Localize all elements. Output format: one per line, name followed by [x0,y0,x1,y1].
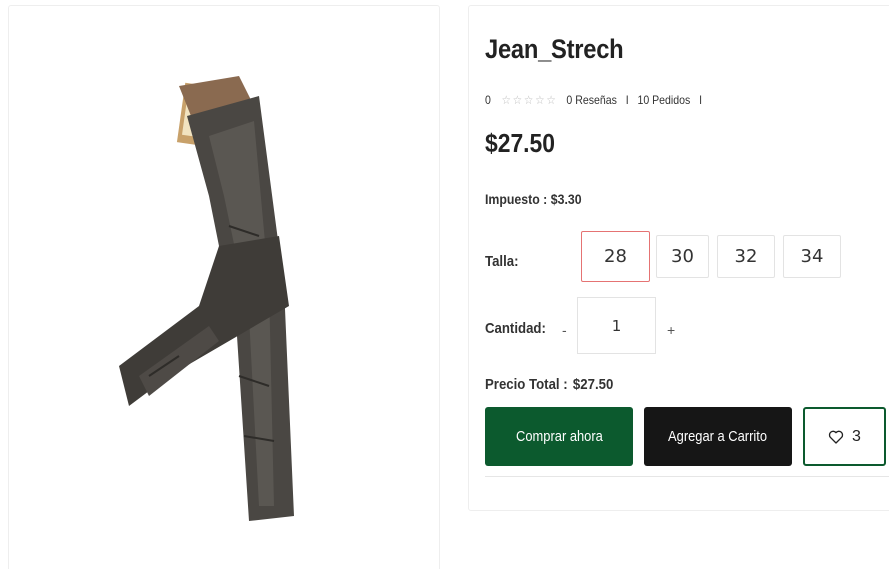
jeans-image-icon [119,76,294,521]
star-icon[interactable]: ☆ [524,93,533,107]
wishlist-button[interactable]: 3 [803,407,886,466]
wishlist-count: 3 [852,427,861,445]
size-option-34[interactable]: 34 [783,235,841,278]
star-icon[interactable]: ☆ [535,93,544,107]
rating-stars[interactable]: ☆ ☆ ☆ ☆ ☆ [501,93,555,107]
product-title: Jean_Strech [485,34,624,64]
star-icon[interactable]: ☆ [546,93,555,107]
total-price: Precio Total : $27.50 [485,376,613,393]
buy-now-button[interactable]: Comprar ahora [485,407,633,466]
star-icon[interactable]: ☆ [501,93,510,107]
size-label: Talla: [485,253,519,270]
size-option-32[interactable]: 32 [717,235,775,278]
tax-label: Impuesto : [485,191,548,207]
quantity-label: Cantidad: [485,320,546,337]
orders-count: 10 Pedidos [637,93,691,107]
star-icon[interactable]: ☆ [513,93,522,107]
product-image-panel [8,5,440,569]
tax-value: $3.30 [550,191,582,207]
size-option-30[interactable]: 30 [656,235,709,278]
quantity-decrease-button[interactable]: - [562,322,567,338]
quantity-increase-button[interactable]: + [667,322,675,338]
size-option-28[interactable]: 28 [581,231,650,282]
product-price: $27.50 [485,128,555,158]
reviews-link[interactable]: 0 Reseñas [566,93,616,107]
add-to-cart-button[interactable]: Agregar a Carrito [644,407,792,466]
product-image[interactable] [109,76,309,526]
heart-outline-icon [828,430,844,444]
tax-info: Impuesto : $3.30 [485,191,582,207]
rating-value: 0 [485,93,491,107]
separator: I [699,93,703,107]
total-value: $27.50 [572,376,614,393]
divider [485,476,889,477]
quantity-input[interactable] [577,297,656,354]
product-meta: 0 ☆ ☆ ☆ ☆ ☆ 0 Reseñas I 10 Pedidos I [485,92,711,108]
product-info-panel: Jean_Strech 0 ☆ ☆ ☆ ☆ ☆ 0 Reseñas I 10 P… [468,5,889,511]
total-label: Precio Total : [485,376,568,393]
buy-now-label: Comprar ahora [515,428,603,445]
separator: I [625,93,629,107]
add-to-cart-label: Agregar a Carrito [668,428,768,445]
